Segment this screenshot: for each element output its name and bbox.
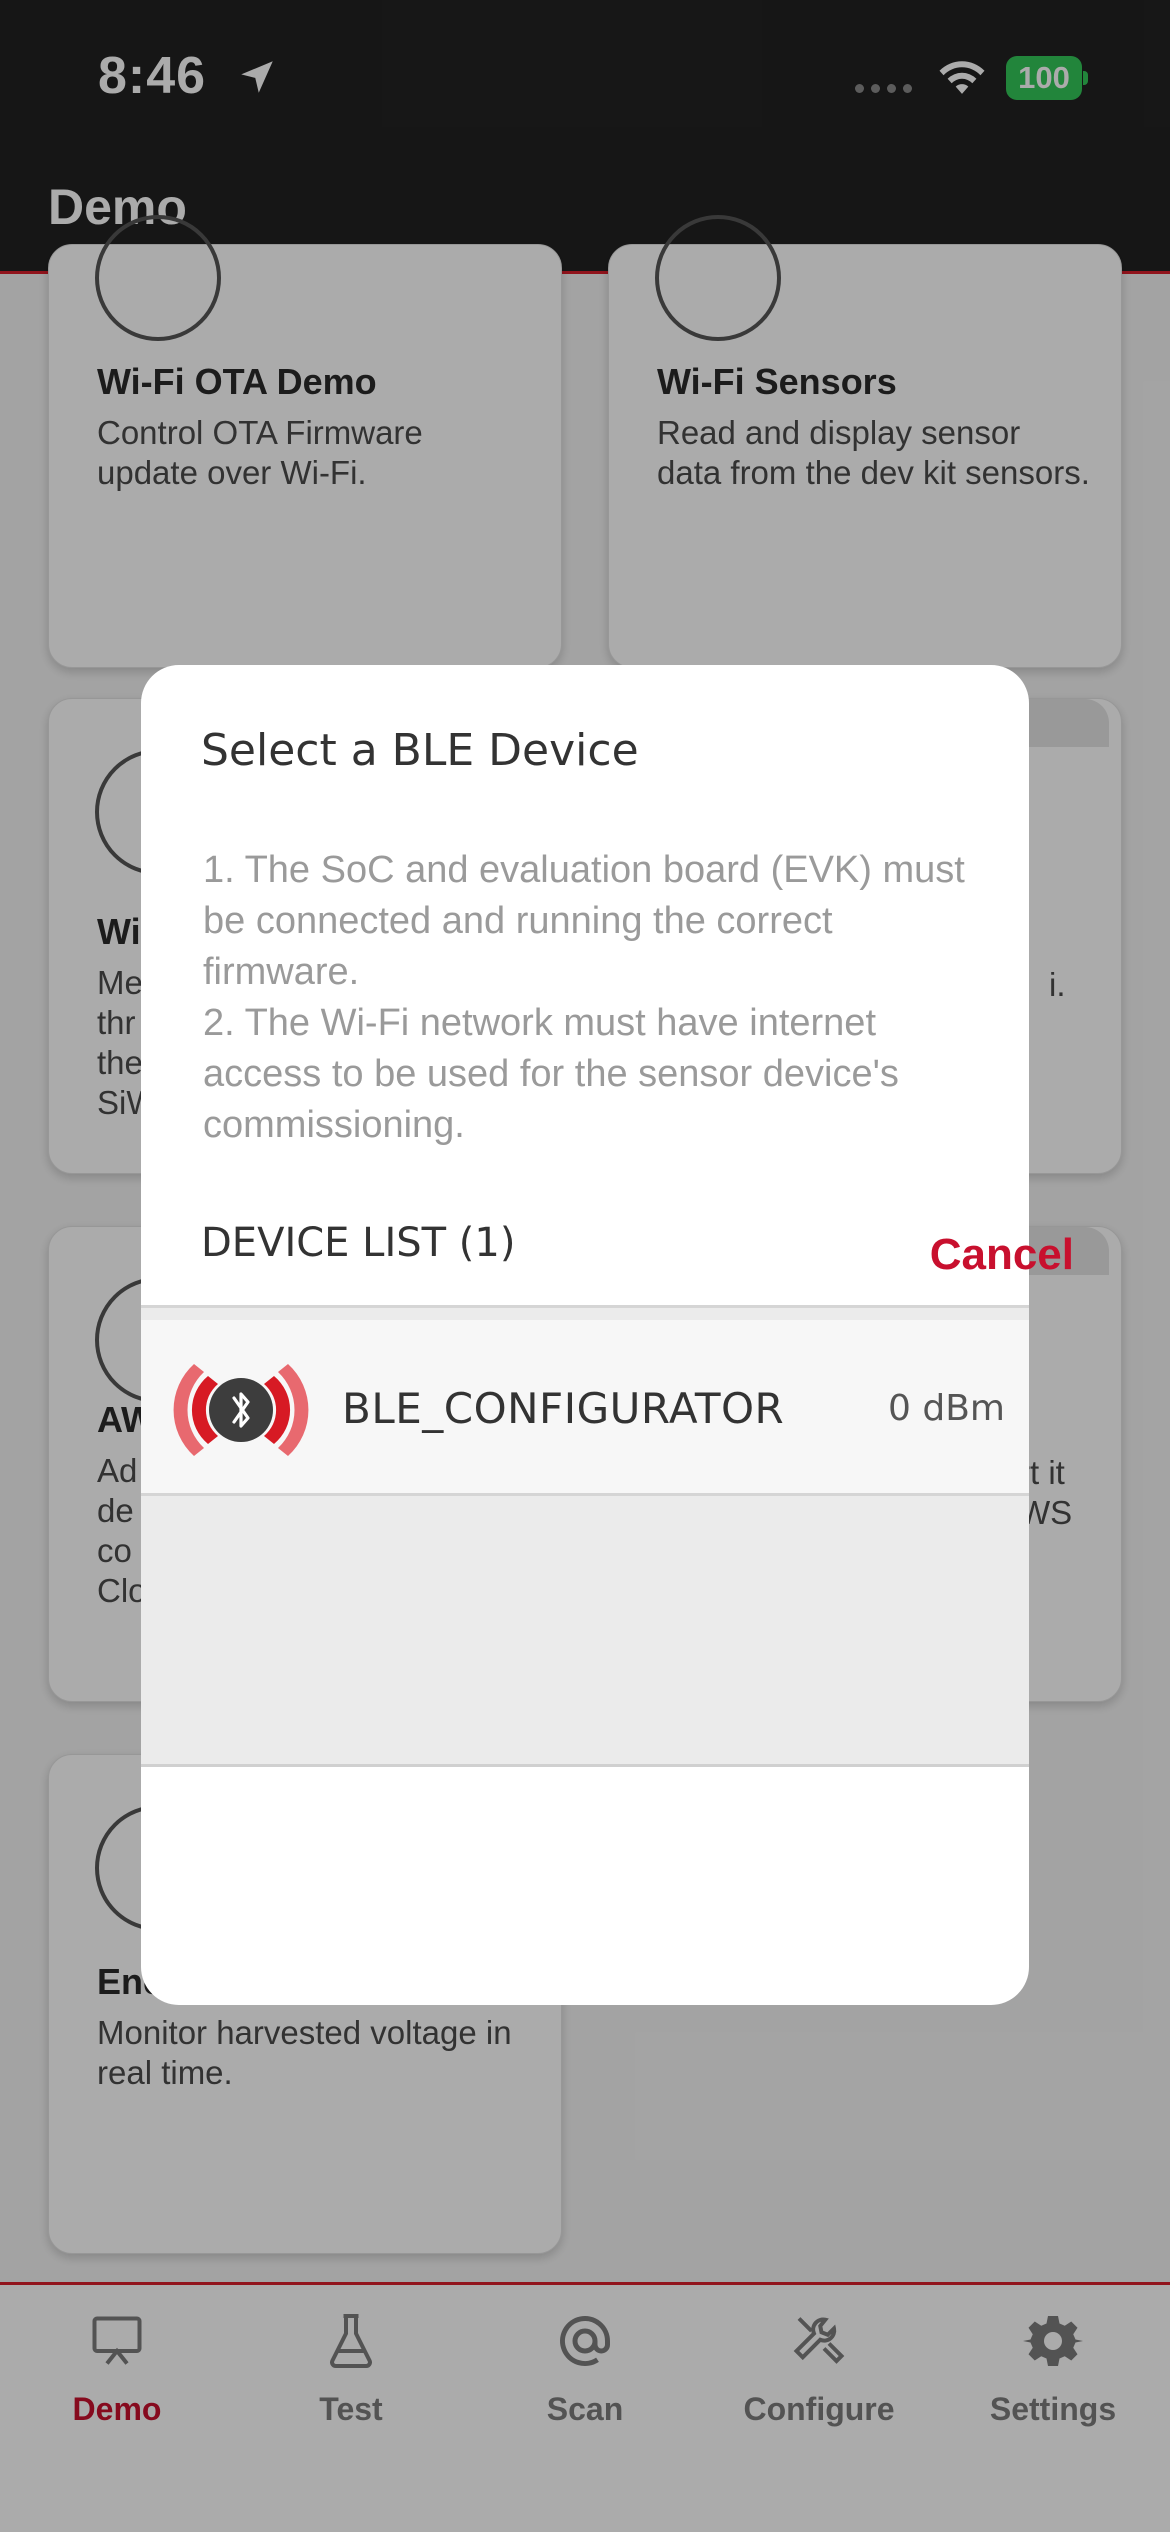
device-list-header: DEVICE LIST (1) — [201, 1220, 516, 1266]
app-screen: 8:46 100 Demo Wi-Fi OTA Demo Control OTA… — [0, 0, 1170, 2532]
device-list: BLE_CONFIGURATOR 0 dBm — [141, 1305, 1029, 1767]
ble-device-dialog: Select a BLE Device 1. The SoC and evalu… — [141, 665, 1029, 2005]
dialog-title: Select a BLE Device — [201, 725, 639, 776]
device-name: BLE_CONFIGURATOR — [342, 1384, 785, 1433]
device-list-item[interactable]: BLE_CONFIGURATOR 0 dBm — [141, 1320, 1029, 1496]
cancel-button[interactable]: Cancel — [930, 1230, 1074, 1280]
device-rssi: 0 dBm — [888, 1388, 1005, 1429]
bluetooth-signal-icon — [173, 1364, 309, 1456]
dialog-message: 1. The SoC and evaluation board (EVK) mu… — [203, 849, 965, 1146]
